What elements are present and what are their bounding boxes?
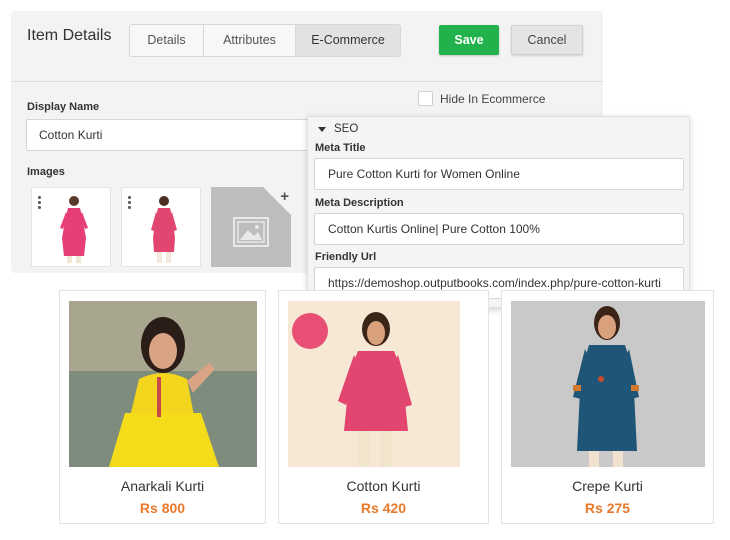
product-price: Rs 275 xyxy=(584,500,631,516)
header-divider xyxy=(11,81,603,82)
hide-in-ecommerce-label: Hide In Ecommerce xyxy=(440,91,546,106)
image-thumbnail[interactable] xyxy=(121,187,201,267)
page-title: Item Details xyxy=(27,27,112,44)
seo-section-toggle[interactable]: SEO xyxy=(318,123,358,135)
tab-bar: Details Attributes E-Commerce xyxy=(129,24,401,57)
meta-title-field[interactable] xyxy=(314,158,684,190)
product-card[interactable]: Anarkali Kurti Rs 800 xyxy=(59,290,266,524)
image-placeholder-icon xyxy=(233,217,269,247)
product-image xyxy=(288,301,460,467)
add-image-button[interactable]: + xyxy=(211,187,291,267)
image-thumbnail[interactable] xyxy=(31,187,111,267)
meta-description-field[interactable] xyxy=(314,213,684,245)
product-image xyxy=(69,301,257,467)
tab-attributes[interactable]: Attributes xyxy=(204,25,296,56)
product-name: Cotton Kurti xyxy=(346,478,421,494)
seo-section-label: SEO xyxy=(334,123,359,135)
tab-details[interactable]: Details xyxy=(130,25,204,56)
save-button[interactable]: Save xyxy=(439,25,499,55)
kurti-image xyxy=(60,196,88,263)
meta-description-label: Meta Description xyxy=(315,197,404,209)
seo-panel: SEO Meta Title Meta Description Friendly… xyxy=(307,116,690,308)
more-options-icon[interactable] xyxy=(128,196,132,210)
product-card[interactable]: Crepe Kurti Rs 275 xyxy=(501,290,714,524)
product-name: Anarkali Kurti xyxy=(120,478,205,494)
friendly-url-label: Friendly Url xyxy=(315,251,377,263)
hide-in-ecommerce-option: Hide In Ecommerce xyxy=(418,91,545,106)
product-price: Rs 800 xyxy=(139,500,186,516)
display-name-field[interactable] xyxy=(26,119,316,151)
images-label: Images xyxy=(27,166,65,178)
hide-in-ecommerce-checkbox[interactable] xyxy=(418,91,433,106)
product-image xyxy=(511,301,705,467)
cancel-button[interactable]: Cancel xyxy=(511,25,583,55)
meta-title-label: Meta Title xyxy=(315,142,366,154)
tab-e-commerce[interactable]: E-Commerce xyxy=(296,25,400,56)
more-options-icon[interactable] xyxy=(38,196,42,210)
plus-icon: + xyxy=(280,188,289,205)
product-card[interactable]: Cotton Kurti Rs 420 xyxy=(278,290,489,524)
display-name-label: Display Name xyxy=(27,101,100,113)
panel-header: Item Details Details Attributes E-Commer… xyxy=(11,11,603,83)
caret-down-icon xyxy=(318,126,326,132)
product-price: Rs 420 xyxy=(360,500,407,516)
kurti-image xyxy=(151,196,177,263)
product-name: Crepe Kurti xyxy=(572,478,643,494)
